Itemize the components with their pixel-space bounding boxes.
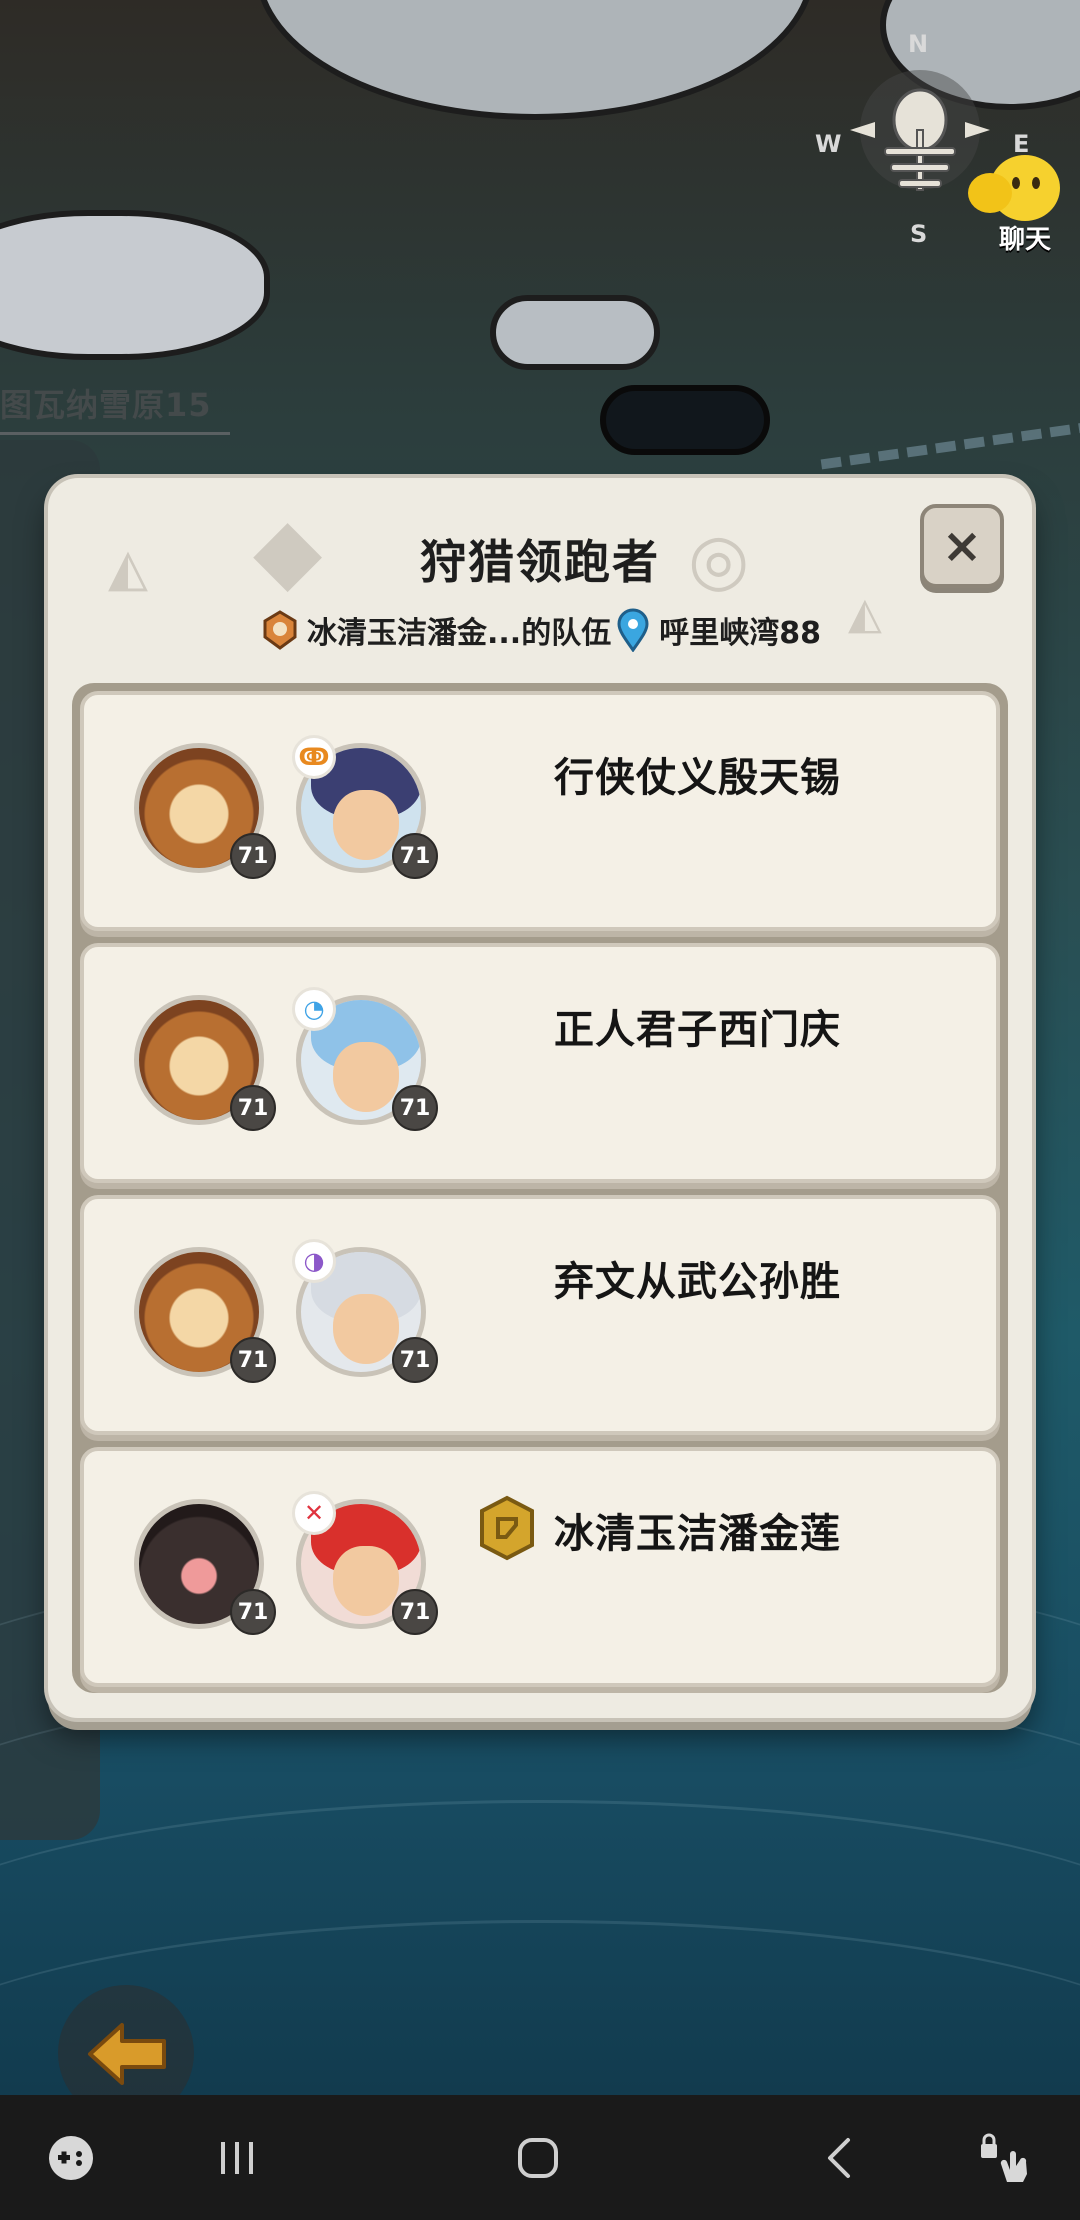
team-location: 呼里峡湾88 — [659, 616, 821, 651]
compass-north: N — [908, 30, 929, 58]
chat-button[interactable]: 聊天 — [968, 155, 1075, 256]
recent-apps-button[interactable] — [202, 2123, 272, 2193]
back-arrow-icon — [88, 2023, 166, 2085]
mount-level-badge: 71 — [230, 1589, 276, 1635]
system-back-button[interactable] — [805, 2123, 875, 2193]
player-name: 冰清玉洁潘金莲 — [554, 1511, 841, 1557]
chevron-left-icon — [828, 2138, 850, 2178]
home-button[interactable] — [503, 2123, 573, 2193]
location-pin-icon — [617, 608, 649, 652]
member-row[interactable]: 71 71 ◑ 弃文从武公孙胜 — [80, 1195, 1000, 1435]
hunt-leader-dialog: ◭ ◆ ◎ ◭ 狩猎领跑者 × 冰清玉洁潘金...的队伍 呼里峡湾88 71 7… — [48, 478, 1032, 1718]
map-route-line — [820, 420, 1080, 470]
team-emblem-icon — [263, 610, 297, 650]
player-name: 正人君子西门庆 — [554, 1007, 841, 1053]
game-tools-button[interactable] — [36, 2123, 106, 2193]
member-row[interactable]: 71 71 ↂ 行侠仗义殷天锡 — [80, 691, 1000, 931]
close-icon: × — [941, 518, 983, 574]
arcane-element-icon: ◑ — [292, 1239, 336, 1283]
system-navigation-bar — [0, 2095, 1080, 2220]
member-list: 71 71 ↂ 行侠仗义殷天锡 71 71 ◔ 正人君子西门庆 71 71 ◑ … — [72, 683, 1008, 1693]
mount-level-badge: 71 — [230, 833, 276, 879]
player-name: 行侠仗义殷天锡 — [554, 755, 841, 801]
map-cloud — [0, 210, 270, 360]
mount-level-badge: 71 — [230, 1085, 276, 1131]
recent-apps-icon — [221, 2142, 253, 2174]
hero-level-badge: 71 — [392, 1337, 438, 1383]
close-button[interactable]: × — [920, 504, 1004, 588]
zone-label: 图瓦纳雪原15 — [0, 386, 212, 424]
compass-east: E — [1013, 130, 1030, 158]
member-row[interactable]: 71 71 ✕ 冰清玉洁潘金莲 — [80, 1447, 1000, 1687]
zone-underline — [0, 432, 230, 435]
compass-west: W — [815, 130, 842, 158]
touch-lock-icon — [981, 2133, 1027, 2182]
team-name: 冰清玉洁潘金...的队伍 — [307, 616, 612, 651]
map-cloud — [255, 0, 815, 120]
hero-level-badge: 71 — [392, 1085, 438, 1131]
home-icon — [518, 2138, 558, 2178]
team-leader-badge-icon — [480, 1495, 534, 1561]
team-info: 冰清玉洁潘金...的队伍 呼里峡湾88 — [48, 608, 1032, 652]
chat-bubble-icon — [968, 155, 1060, 221]
player-name: 弃文从武公孙胜 — [554, 1259, 841, 1305]
mount-level-badge: 71 — [230, 1337, 276, 1383]
water-element-icon: ◔ — [292, 987, 336, 1031]
fire-element-icon: ↂ — [292, 735, 336, 779]
hero-level-badge: 71 — [392, 833, 438, 879]
map-cloud — [490, 295, 660, 370]
dialog-title: 狩猎领跑者 — [420, 535, 660, 589]
compass-south: S — [910, 220, 928, 248]
map-cloud — [600, 385, 770, 455]
touch-lock-button[interactable] — [972, 2123, 1042, 2193]
chat-label: 聊天 — [998, 225, 1051, 255]
blood-element-icon: ✕ — [292, 1491, 336, 1535]
member-row[interactable]: 71 71 ◔ 正人君子西门庆 — [80, 943, 1000, 1183]
hero-level-badge: 71 — [392, 1589, 438, 1635]
gamepad-icon — [49, 2136, 93, 2180]
